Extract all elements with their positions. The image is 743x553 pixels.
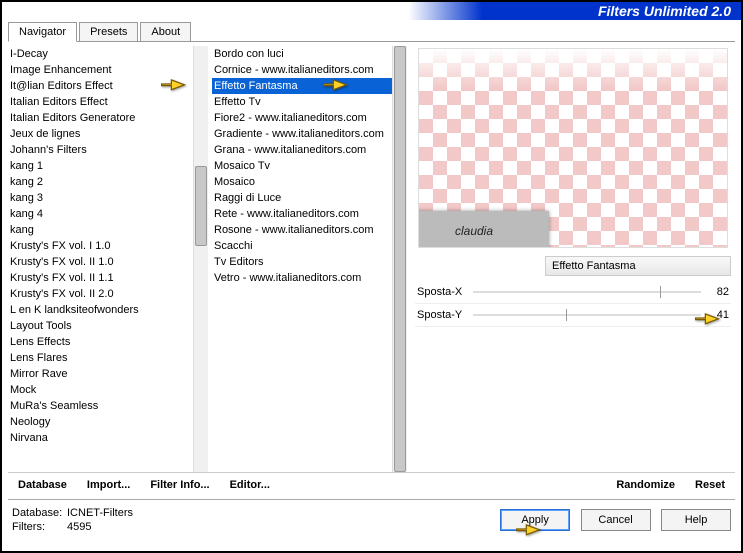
list-item[interactable]: kang 1 bbox=[8, 158, 193, 174]
list-item[interactable]: Scacchi bbox=[212, 238, 392, 254]
list-item[interactable]: L en K landksiteofwonders bbox=[8, 302, 193, 318]
filter-info-button[interactable]: Filter Info... bbox=[150, 479, 209, 491]
category-list[interactable]: I-DecayImage EnhancementIt@lian Editors … bbox=[8, 46, 193, 472]
params-panel: Effetto Fantasma Sposta-X 82 Sposta-Y 41 bbox=[415, 256, 731, 327]
list-item[interactable]: Krusty's FX vol. II 1.1 bbox=[8, 270, 193, 286]
param-value: 41 bbox=[707, 309, 729, 321]
status-block: Database:ICNET-Filters Filters:4595 bbox=[12, 506, 133, 534]
param-slider[interactable] bbox=[473, 307, 701, 323]
status-db-label: Database: bbox=[12, 506, 67, 520]
list-item[interactable]: Vetro - www.italianeditors.com bbox=[212, 270, 392, 286]
dialog-buttons: Apply Cancel Help bbox=[494, 509, 731, 531]
import-button[interactable]: Import... bbox=[87, 479, 130, 491]
list-item[interactable]: Mosaico Tv bbox=[212, 158, 392, 174]
list-item[interactable]: Krusty's FX vol. II 1.0 bbox=[8, 254, 193, 270]
list-item[interactable]: Lens Effects bbox=[8, 334, 193, 350]
status-filters-label: Filters: bbox=[12, 520, 67, 534]
title-bar: Filters Unlimited 2.0 bbox=[2, 2, 741, 20]
param-row: Sposta-X 82 bbox=[415, 282, 731, 302]
list-item[interactable]: Layout Tools bbox=[8, 318, 193, 334]
list-item[interactable]: Image Enhancement bbox=[8, 62, 193, 78]
preview-fade bbox=[419, 49, 727, 89]
preview-params-pane: claudia Effetto Fantasma Sposta-X82Spost… bbox=[407, 46, 735, 472]
list-item[interactable]: Neology bbox=[8, 414, 193, 430]
status-db-value: ICNET-Filters bbox=[67, 507, 133, 519]
list-item[interactable]: Mosaico bbox=[212, 174, 392, 190]
list-item[interactable]: Jeux de lignes bbox=[8, 126, 193, 142]
list-item[interactable]: Lens Flares bbox=[8, 350, 193, 366]
list-item[interactable]: Rete - www.italianeditors.com bbox=[212, 206, 392, 222]
param-label: Sposta-Y bbox=[417, 309, 467, 321]
list-item[interactable]: Nirvana bbox=[8, 430, 193, 446]
tab-navigator[interactable]: Navigator bbox=[8, 22, 77, 42]
list-item[interactable]: Grana - www.italianeditors.com bbox=[212, 142, 392, 158]
list-item[interactable]: Rosone - www.italianeditors.com bbox=[212, 222, 392, 238]
list-item[interactable]: Effetto Tv bbox=[212, 94, 392, 110]
tab-strip: Navigator Presets About bbox=[8, 22, 735, 42]
scrollbar-thumb[interactable] bbox=[195, 166, 207, 246]
category-scrollbar[interactable] bbox=[193, 46, 208, 472]
list-item[interactable]: Italian Editors Effect bbox=[8, 94, 193, 110]
filter-list[interactable]: Bordo con luciCornice - www.italianedito… bbox=[212, 46, 392, 472]
filter-pane: Bordo con luciCornice - www.italianedito… bbox=[212, 46, 407, 472]
editor-button[interactable]: Editor... bbox=[230, 479, 270, 491]
list-item[interactable]: Krusty's FX vol. I 1.0 bbox=[8, 238, 193, 254]
list-item[interactable]: Krusty's FX vol. II 2.0 bbox=[8, 286, 193, 302]
scrollbar-thumb[interactable] bbox=[394, 46, 406, 472]
list-item[interactable]: It@lian Editors Effect bbox=[8, 78, 193, 94]
list-item[interactable]: Fiore2 - www.italianeditors.com bbox=[212, 110, 392, 126]
randomize-button[interactable]: Randomize bbox=[616, 479, 675, 491]
list-item[interactable]: MuRa's Seamless bbox=[8, 398, 193, 414]
param-slider[interactable] bbox=[473, 284, 701, 300]
list-item[interactable]: Mock bbox=[8, 382, 193, 398]
list-item[interactable]: Tv Editors bbox=[212, 254, 392, 270]
param-row: Sposta-Y 41 bbox=[415, 305, 731, 325]
app-title: Filters Unlimited 2.0 bbox=[598, 3, 731, 19]
reset-button[interactable]: Reset bbox=[695, 479, 725, 491]
param-value: 82 bbox=[707, 286, 729, 298]
command-row: Database Import... Filter Info... Editor… bbox=[8, 472, 735, 495]
list-item[interactable]: kang bbox=[8, 222, 193, 238]
tab-about[interactable]: About bbox=[140, 22, 191, 41]
preview-image: claudia bbox=[418, 48, 728, 248]
preview-strip-label: claudia bbox=[418, 211, 549, 248]
list-item[interactable]: Gradiente - www.italianeditors.com bbox=[212, 126, 392, 142]
list-item[interactable]: Johann's Filters bbox=[8, 142, 193, 158]
list-item[interactable]: Raggi di Luce bbox=[212, 190, 392, 206]
tab-presets[interactable]: Presets bbox=[79, 22, 138, 41]
status-filters-value: 4595 bbox=[67, 521, 91, 533]
list-item[interactable]: Cornice - www.italianeditors.com bbox=[212, 62, 392, 78]
list-item[interactable]: Effetto Fantasma bbox=[212, 78, 392, 94]
list-item[interactable]: Italian Editors Generatore bbox=[8, 110, 193, 126]
main-area: I-DecayImage EnhancementIt@lian Editors … bbox=[2, 42, 741, 472]
list-item[interactable]: Bordo con luci bbox=[212, 46, 392, 62]
list-item[interactable]: kang 3 bbox=[8, 190, 193, 206]
list-item[interactable]: Mirror Rave bbox=[8, 366, 193, 382]
list-item[interactable]: kang 4 bbox=[8, 206, 193, 222]
filter-scrollbar[interactable] bbox=[392, 46, 407, 472]
database-button[interactable]: Database bbox=[18, 479, 67, 491]
list-item[interactable]: kang 2 bbox=[8, 174, 193, 190]
help-button[interactable]: Help bbox=[661, 509, 731, 531]
category-pane: I-DecayImage EnhancementIt@lian Editors … bbox=[8, 46, 208, 472]
cancel-button[interactable]: Cancel bbox=[581, 509, 651, 531]
param-label: Sposta-X bbox=[417, 286, 467, 298]
footer: Database:ICNET-Filters Filters:4595 Appl… bbox=[2, 500, 741, 540]
effect-name-bar: Effetto Fantasma bbox=[545, 256, 731, 276]
apply-button[interactable]: Apply bbox=[500, 509, 570, 531]
list-item[interactable]: I-Decay bbox=[8, 46, 193, 62]
